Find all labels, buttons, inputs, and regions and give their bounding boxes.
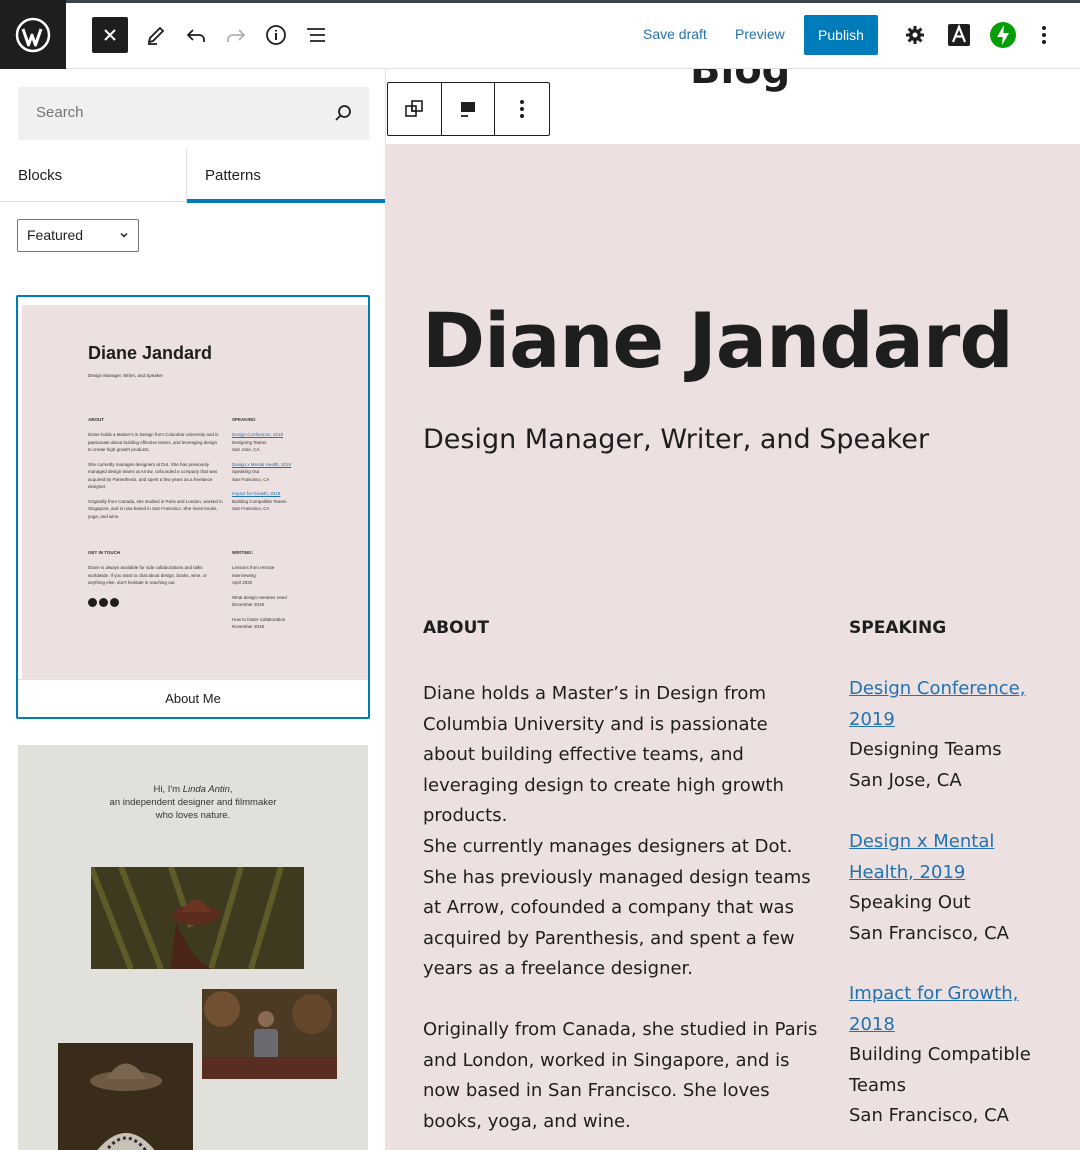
list-view-icon xyxy=(307,28,325,42)
pattern-card-about-me[interactable]: Diane Jandard Design Manager, Writer, an… xyxy=(16,295,370,719)
about-paragraph-2[interactable]: She currently manages designers at Dot. … xyxy=(423,832,823,985)
block-toolbar xyxy=(387,82,550,136)
pattern-card-portfolio[interactable]: Hi, I'm Linda Antin, an independent desi… xyxy=(18,745,368,1150)
inserter-tabs: Blocks Patterns xyxy=(0,149,385,203)
undo-icon xyxy=(186,29,205,42)
speaking-heading[interactable]: SPEAKING xyxy=(849,618,946,638)
preview-contact-head: GET IN TOUCH xyxy=(88,550,121,555)
save-draft-button[interactable]: Save draft xyxy=(643,26,707,42)
tab-patterns[interactable]: Patterns xyxy=(187,149,385,203)
duplicate-block-icon xyxy=(405,100,424,117)
undo-button[interactable] xyxy=(178,17,214,53)
gear-icon xyxy=(906,26,924,44)
speaking-item: Design Conference, 2019 Designing Teams S… xyxy=(849,678,1026,791)
preview-photo-man xyxy=(202,989,337,1079)
chevron-down-icon xyxy=(120,232,128,238)
jetpack-icon xyxy=(990,22,1016,48)
redo-icon xyxy=(227,29,246,42)
speaking-item: Design x Mental Health, 2019 Speaking Out… xyxy=(849,831,1009,944)
editor-canvas: Blog Diane Jandard Design Manager, Write… xyxy=(386,69,1080,1150)
page-heading[interactable]: Diane Jandard xyxy=(422,296,1014,385)
preview-writing-list: Lessons from remote interviewing April 2… xyxy=(232,565,287,629)
info-icon xyxy=(266,25,286,45)
publish-button[interactable]: Publish xyxy=(804,15,878,55)
about-paragraph-1[interactable]: Diane holds a Master’s in Design from Co… xyxy=(423,679,823,832)
pattern-category-select[interactable]: Featured xyxy=(17,219,139,252)
preview-subtitle: Design Manager, Writer, and Speaker xyxy=(88,373,163,378)
instagram-icon xyxy=(99,598,108,607)
block-alignment-button[interactable] xyxy=(442,83,496,135)
preview-about-head: ABOUT xyxy=(88,417,104,422)
pattern-label: About Me xyxy=(18,679,368,717)
block-options-button[interactable] xyxy=(495,83,549,135)
search-icon xyxy=(335,105,351,121)
preview-contact-text: Diane is always available for side colla… xyxy=(88,565,207,585)
close-icon xyxy=(104,29,116,41)
search-placeholder: Search xyxy=(36,104,84,121)
more-vertical-icon xyxy=(520,100,525,118)
preview-title: Diane Jandard xyxy=(88,343,213,363)
align-full-icon xyxy=(461,102,475,117)
block-inserter-panel: Search Blocks Patterns Featured Diane Ja… xyxy=(0,69,386,1150)
more-vertical-icon xyxy=(1042,26,1046,44)
speaking-link[interactable]: Design x Mental Health, 2019 xyxy=(849,831,994,883)
preview-about-text: Diane holds a Master's in Design from Co… xyxy=(88,432,223,519)
tools-button[interactable] xyxy=(138,17,174,53)
font-a-icon xyxy=(948,24,970,46)
pencil-icon xyxy=(147,26,165,45)
search-input[interactable]: Search xyxy=(18,87,369,140)
preview-intro: Hi, I'm Linda Antin, an independent desi… xyxy=(109,784,277,821)
linkedin-icon xyxy=(110,598,119,607)
preview-photo-hat xyxy=(91,867,304,969)
more-options-button[interactable] xyxy=(1026,17,1062,53)
preview-button[interactable]: Preview xyxy=(735,26,785,42)
about-paragraph-3[interactable]: Originally from Canada, she studied in P… xyxy=(423,1015,823,1137)
speaking-link[interactable]: Design Conference, 2019 xyxy=(849,678,1025,730)
tagline[interactable]: Design Manager, Writer, and Speaker xyxy=(423,424,929,455)
pattern-preview: Diane Jandard Design Manager, Writer, an… xyxy=(22,305,368,679)
preview-writing-head: WRITING: xyxy=(232,550,253,555)
twitter-icon xyxy=(88,598,97,607)
block-transform-button[interactable] xyxy=(388,83,442,135)
editor-toolbar: Save draft Preview Publish xyxy=(0,0,1080,69)
close-inserter-button[interactable] xyxy=(92,17,128,53)
tab-blocks[interactable]: Blocks xyxy=(0,149,187,202)
typography-button[interactable] xyxy=(941,17,977,53)
list-view-button[interactable] xyxy=(298,17,334,53)
preview-social-icons xyxy=(88,598,119,607)
redo-button[interactable] xyxy=(218,17,254,53)
about-heading[interactable]: ABOUT xyxy=(423,618,489,638)
wordpress-logo-icon[interactable] xyxy=(0,0,66,69)
speaking-link[interactable]: Impact for Growth, 2018 xyxy=(849,983,1018,1035)
speaking-item: Impact for Growth, 2018 Building Compatib… xyxy=(849,983,1031,1126)
preview-speaking-head: SPEAKING xyxy=(232,417,256,422)
about-me-pattern-block[interactable]: Diane Jandard Design Manager, Writer, an… xyxy=(386,144,1080,1150)
preview-speaking-list: Design Conference, 2019 Designing Teams … xyxy=(232,432,292,511)
site-title[interactable]: Blog xyxy=(690,69,790,93)
pattern-category-value: Featured xyxy=(27,227,84,243)
details-button[interactable] xyxy=(258,17,294,53)
preview-photo-hat-man xyxy=(58,1043,193,1150)
settings-button[interactable] xyxy=(897,17,933,53)
jetpack-button[interactable] xyxy=(985,17,1021,53)
